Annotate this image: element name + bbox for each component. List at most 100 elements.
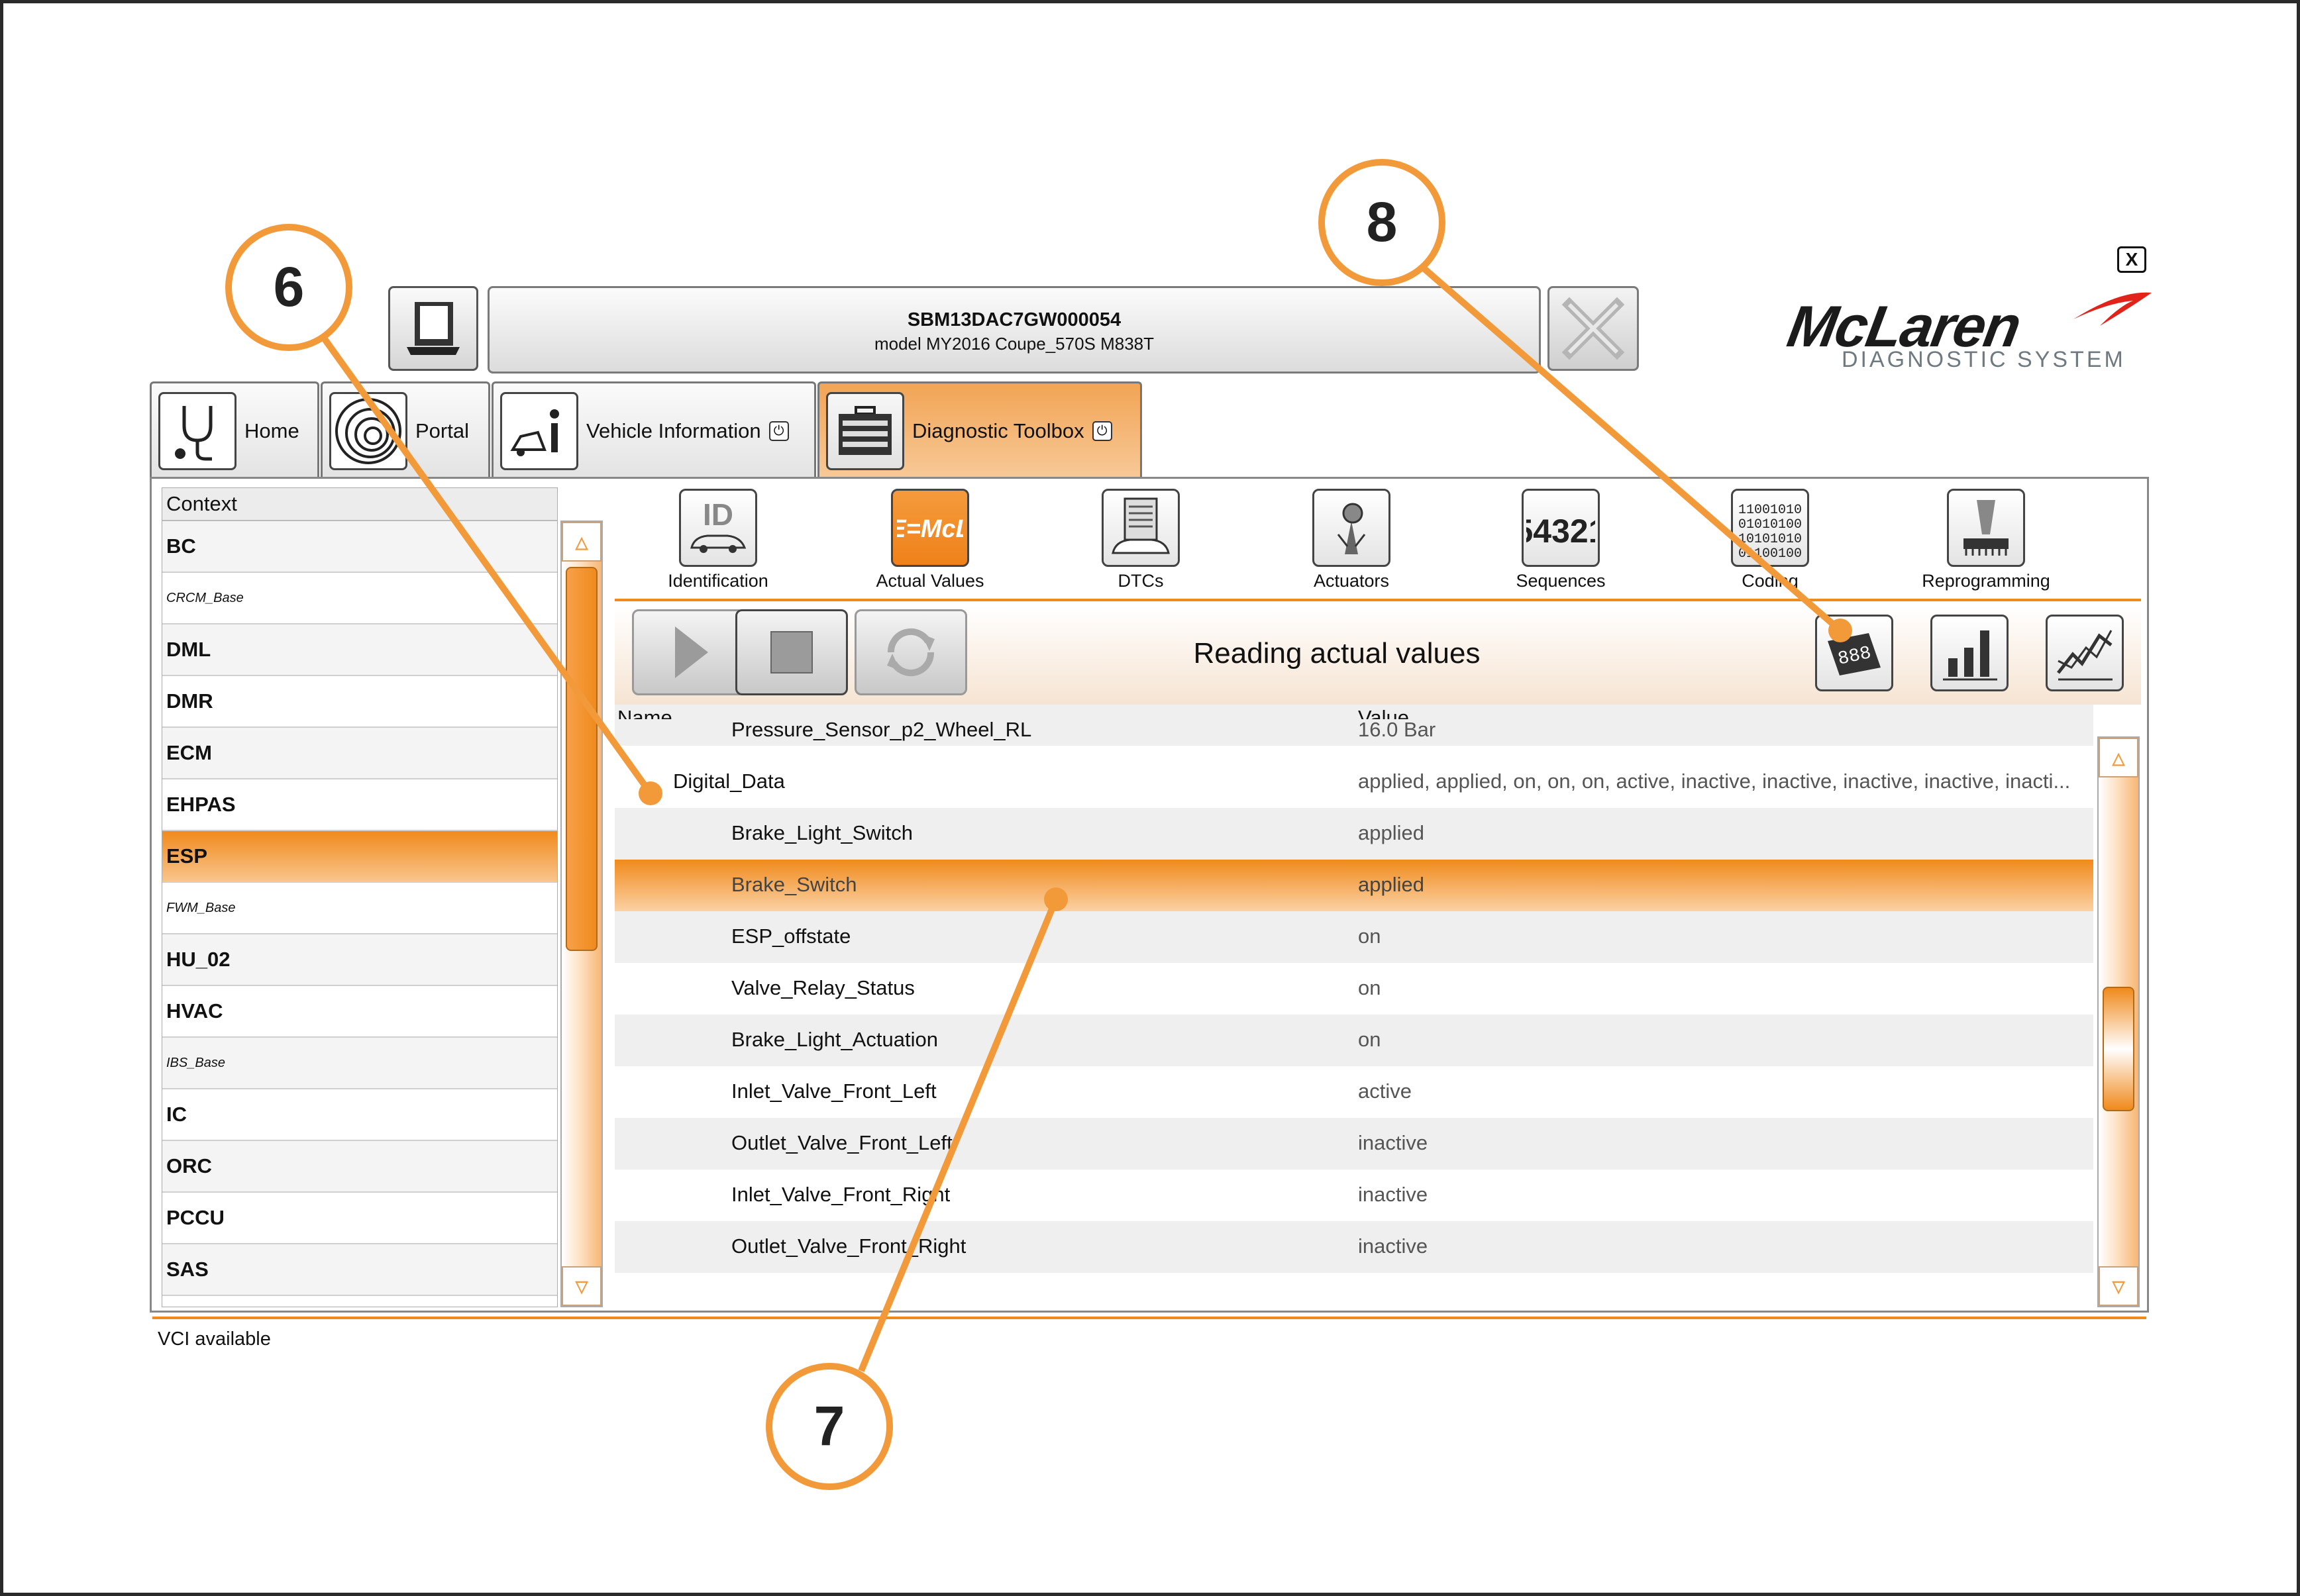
table-row[interactable]: Pressure_Sensor_p2_Wheel_RL 16.0 Bar: [615, 718, 2093, 746]
scroll-thumb[interactable]: [2103, 987, 2134, 1111]
tab-vehicle-information-label: Vehicle Information: [586, 419, 761, 442]
tab-vehicle-information[interactable]: Vehicle Information ⏻: [492, 381, 816, 478]
play-button[interactable]: [632, 609, 745, 695]
table-row[interactable]: Brake_Switch applied: [615, 860, 2093, 911]
context-item-pccu[interactable]: PCCU: [162, 1193, 557, 1244]
control-bar: Reading actual values 888: [615, 605, 2141, 705]
context-item-ecm[interactable]: ECM: [162, 728, 557, 779]
row-name: Inlet_Valve_Front_Right: [731, 1183, 951, 1206]
status-text: Reading actual values: [1193, 637, 1481, 670]
table-row[interactable]: Inlet_Valve_Front_Right inactive: [615, 1170, 2093, 1221]
sequence-numbers-icon: 54321: [1526, 513, 1595, 550]
tab-portal[interactable]: Portal: [321, 381, 490, 478]
table-row[interactable]: Brake_Light_Switch applied: [615, 808, 2093, 860]
row-name: Brake_Light_Actuation: [731, 1028, 938, 1051]
context-item-dml[interactable]: DML: [162, 624, 557, 676]
scroll-down-arrow[interactable]: ▿: [562, 1266, 601, 1306]
scroll-up-arrow[interactable]: ▵: [562, 522, 601, 562]
line-graph-button[interactable]: [2046, 615, 2124, 691]
disconnect-button[interactable]: [1547, 286, 1639, 371]
context-item-hu-02[interactable]: HU_02: [162, 934, 557, 986]
id-car-icon: ID: [690, 497, 747, 553]
vehicle-id-panel: SBM13DAC7GW000054 model MY2016 Coupe_570…: [488, 286, 1541, 374]
table-row[interactable]: ESP_offstate on: [615, 911, 2093, 963]
stop-icon: [770, 631, 813, 673]
context-item-hvac[interactable]: HVAC: [162, 986, 557, 1038]
stop-button[interactable]: [735, 609, 848, 695]
callout-6: 6: [225, 224, 352, 351]
table-row[interactable]: Brake_Light_Actuation on: [615, 1015, 2093, 1066]
svg-text:54321: 54321: [1526, 513, 1595, 550]
bar-graph-button[interactable]: [1930, 615, 2009, 691]
svg-text:11001010: 11001010: [1738, 503, 1802, 518]
row-value: on: [1358, 976, 1381, 999]
context-scrollbar[interactable]: ▵ ▿: [560, 521, 603, 1307]
refresh-icon: [887, 628, 935, 677]
tool-identification[interactable]: ID Identification: [645, 489, 791, 591]
context-list: Context BC CRCM_Base DML DMR ECM EHPAS ESP FWM_…: [162, 487, 558, 1307]
toolbox-icon: [839, 405, 892, 455]
actual-values-table: Name Value Pressure_Sensor_p2_Wheel_RL 16…: [615, 705, 2093, 1307]
tool-label: DTCs: [1118, 571, 1164, 591]
tool-reprogramming[interactable]: Reprogramming: [1913, 489, 2059, 591]
power-icon[interactable]: ⏻: [768, 421, 789, 441]
context-item-ehpas[interactable]: EHPAS: [162, 779, 557, 831]
chip-icon: [1963, 500, 2009, 556]
tab-diagnostic-toolbox[interactable]: Diagnostic Toolbox ⏻: [817, 381, 1142, 478]
tool-coding[interactable]: 11001010 01010100 10101010 01100100 Codi…: [1697, 489, 1843, 591]
emc-icon: E=McL: [897, 515, 963, 543]
table-row[interactable]: Outlet_Valve_Front_Left inactive: [615, 1118, 2093, 1170]
tool-actual-values[interactable]: E=McL Actual Values: [857, 489, 1003, 591]
tool-dtcs[interactable]: DTCs: [1068, 489, 1214, 591]
row-value: applied, applied, on, on, on, active, in…: [1358, 770, 2071, 793]
monitor-button[interactable]: [388, 286, 478, 371]
tool-label: Identification: [668, 571, 768, 591]
mclaren-logo: McLaren DIAGNOSTIC SYSTEM: [1783, 286, 2160, 379]
row-name: ESP_offstate: [731, 924, 851, 948]
power-icon[interactable]: ⏻: [1092, 421, 1112, 441]
logo-subtitle: DIAGNOSTIC SYSTEM: [1842, 347, 2126, 372]
tool-sequences[interactable]: 54321 Sequences: [1488, 489, 1634, 591]
play-icon: [675, 626, 708, 678]
scroll-up-arrow[interactable]: ▵: [2099, 738, 2138, 777]
context-item-dmr[interactable]: DMR: [162, 676, 557, 728]
table-row[interactable]: Digital_Data applied, applied, on, on, on…: [615, 756, 2093, 808]
tool-actuators[interactable]: Actuators: [1279, 489, 1424, 591]
callout-7: 7: [766, 1363, 893, 1490]
refresh-button[interactable]: [855, 609, 967, 695]
vin-text: SBM13DAC7GW000054: [907, 309, 1122, 330]
context-item-ibs-base[interactable]: IBS_Base: [162, 1038, 557, 1089]
context-item-sas[interactable]: SAS: [162, 1244, 557, 1296]
digital-view-button[interactable]: 888: [1815, 615, 1893, 691]
row-name: Outlet_Valve_Front_Left: [731, 1131, 953, 1154]
tool-label: Coding: [1742, 571, 1799, 591]
row-value: applied: [1358, 821, 1424, 844]
row-name: Pressure_Sensor_p2_Wheel_RL: [731, 718, 1032, 741]
context-item-fwm-base[interactable]: FWM_Base: [162, 883, 557, 934]
scroll-thumb[interactable]: [566, 567, 598, 951]
context-item-crcm-base[interactable]: CRCM_Base: [162, 573, 557, 624]
scroll-down-arrow[interactable]: ▿: [2099, 1266, 2138, 1306]
svg-text:ID: ID: [703, 497, 733, 532]
row-value: inactive: [1358, 1131, 1428, 1154]
footer-divider: [152, 1317, 2146, 1319]
app-close-button[interactable]: X: [2117, 246, 2146, 273]
table-scrollbar[interactable]: ▵ ▿: [2097, 736, 2140, 1307]
table-row[interactable]: Valve_Relay_Status on: [615, 963, 2093, 1015]
digital-display-icon: 888: [1828, 633, 1881, 675]
context-item-bc[interactable]: BC: [162, 521, 557, 573]
table-row[interactable]: Inlet_Valve_Front_Left active: [615, 1066, 2093, 1118]
tab-home[interactable]: Home: [150, 381, 319, 478]
row-name: Brake_Switch: [731, 873, 857, 896]
row-value: 16.0 Bar: [1358, 718, 1436, 741]
tool-label: Reprogramming: [1922, 571, 2050, 591]
callout-8: 8: [1318, 159, 1445, 286]
context-item-esp[interactable]: ESP: [162, 831, 557, 883]
tool-label: Actual Values: [876, 571, 984, 591]
context-item-orc[interactable]: ORC: [162, 1141, 557, 1193]
tool-label: Actuators: [1313, 571, 1390, 591]
context-item-ic[interactable]: IC: [162, 1089, 557, 1141]
stethoscope-icon: [175, 405, 213, 460]
row-name: Digital_Data: [673, 770, 785, 793]
table-row[interactable]: Outlet_Valve_Front_Right inactive: [615, 1221, 2093, 1273]
